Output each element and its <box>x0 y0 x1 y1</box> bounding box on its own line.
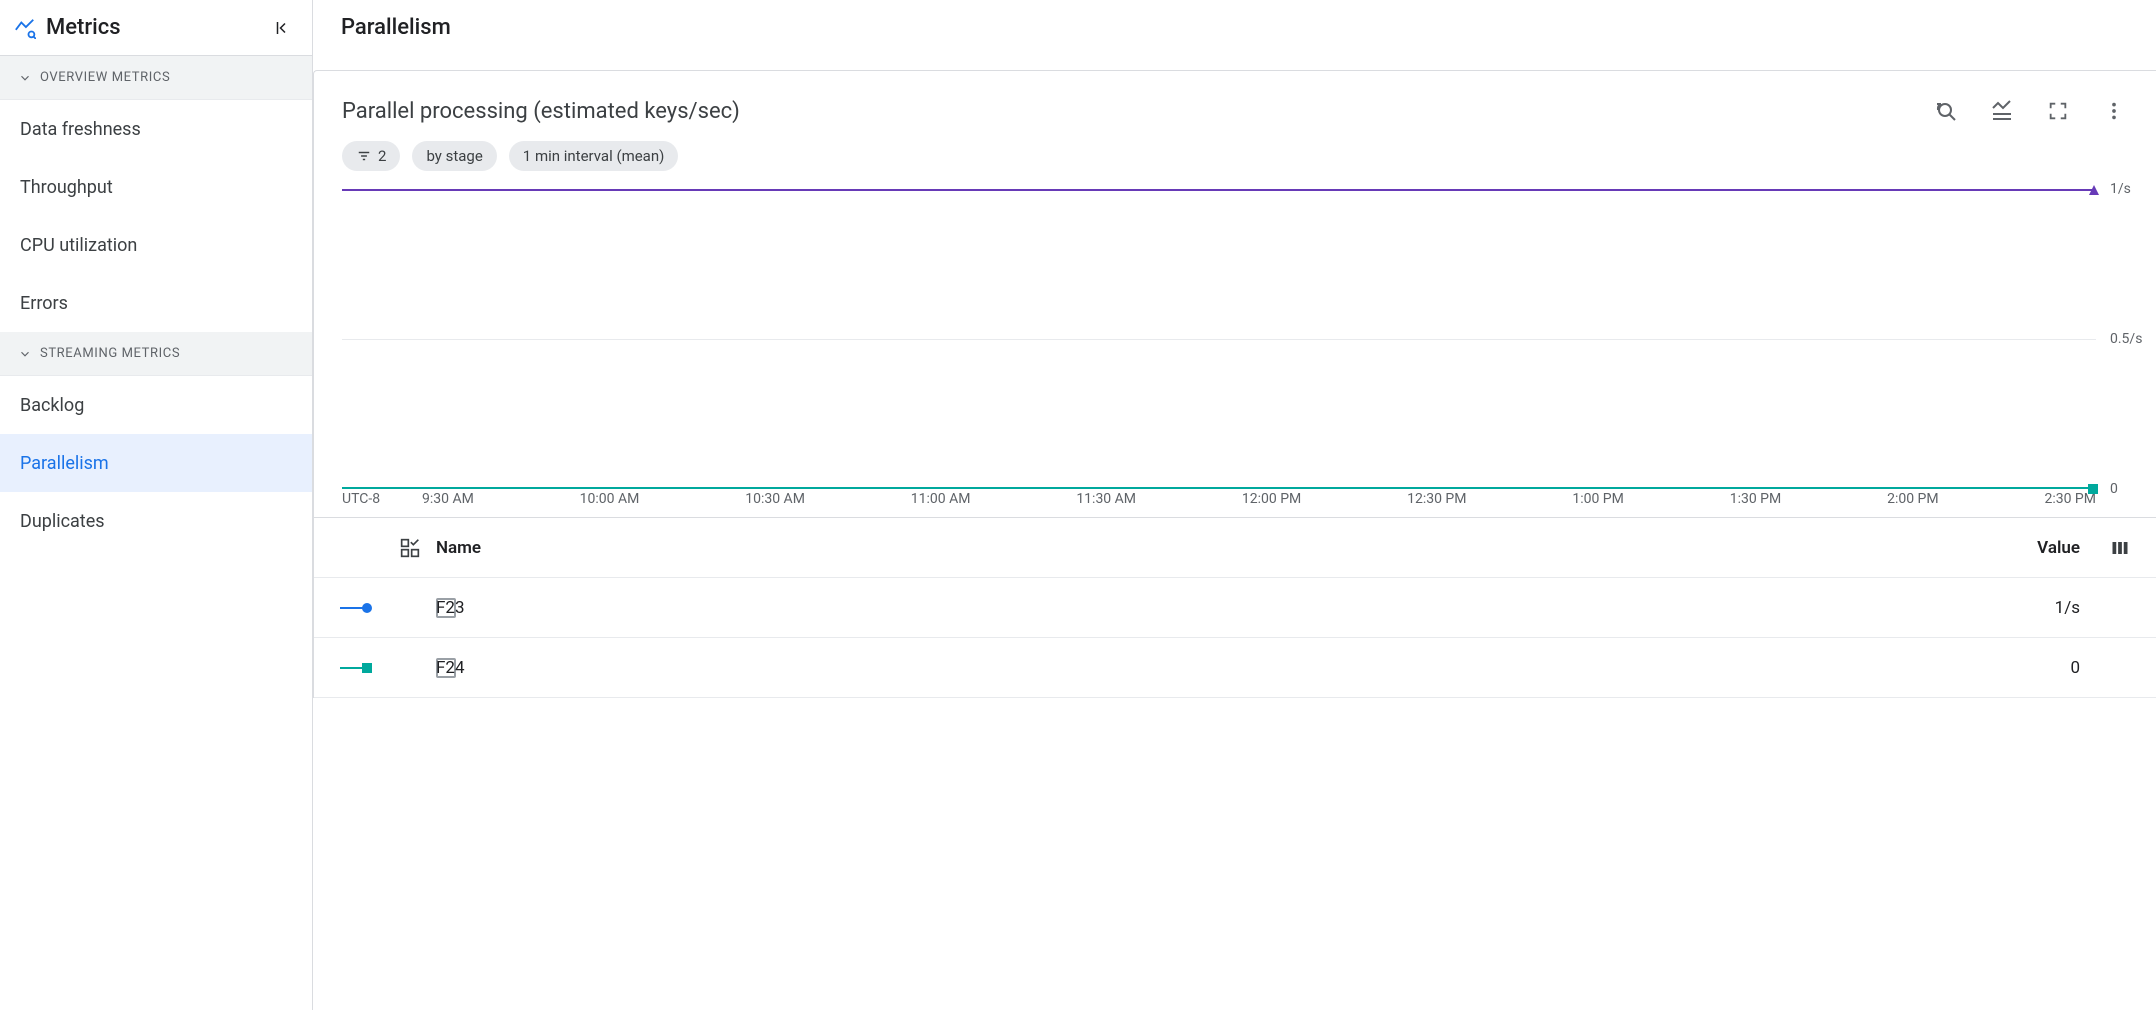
content: Parallel processing (estimated keys/sec) <box>313 56 2156 1010</box>
chart-gridline <box>342 339 2096 340</box>
sidebar-item-data-freshness[interactable]: Data freshness <box>0 100 312 158</box>
sidebar-item-label: Data freshness <box>20 119 141 140</box>
chip-row: 2 by stage 1 min interval (mean) <box>314 131 2156 171</box>
chart-x-tick: 1:00 PM <box>1572 491 1624 507</box>
chart-x-tick: 11:30 AM <box>1076 491 1136 507</box>
card-header: Parallel processing (estimated keys/sec) <box>314 71 2156 131</box>
chart-card: Parallel processing (estimated keys/sec) <box>313 70 2156 698</box>
legend-header-row: Name Value <box>314 518 2156 578</box>
chart-x-ticks: 9:30 AM 10:00 AM 10:30 AM 11:00 AM 11:30… <box>422 491 2096 507</box>
chart-series-f23-line <box>342 189 2096 191</box>
collapse-sidebar-button[interactable] <box>270 16 294 40</box>
chart-y-tick: 0 <box>2110 481 2118 497</box>
sidebar-item-label: Errors <box>20 293 68 314</box>
legend-swatch <box>340 662 400 674</box>
interval-chip-label: 1 min interval (mean) <box>523 147 665 165</box>
chevron-down-icon <box>18 71 32 85</box>
sidebar-item-duplicates[interactable]: Duplicates <box>0 492 312 550</box>
chart-plot[interactable]: 1/s 0.5/s 0 <box>342 189 2096 489</box>
chart-x-tick: 10:30 AM <box>745 491 805 507</box>
chart-y-tick: 0.5/s <box>2110 331 2142 347</box>
chart-x-tick: 12:00 PM <box>1242 491 1301 507</box>
sidebar-item-label: Backlog <box>20 395 84 416</box>
sidebar-section-streaming-metrics[interactable]: STREAMING METRICS <box>0 332 312 376</box>
sidebar-item-backlog[interactable]: Backlog <box>0 376 312 434</box>
sidebar-item-label: CPU utilization <box>20 235 137 256</box>
legend-table: Name Value <box>314 517 2156 698</box>
group-by-chip-label: by stage <box>426 147 482 165</box>
chart-x-tick: 2:00 PM <box>1887 491 1939 507</box>
chart-x-tick: 9:30 AM <box>422 491 474 507</box>
filter-chip[interactable]: 2 <box>342 141 400 171</box>
filter-icon <box>356 149 372 163</box>
interval-chip[interactable]: 1 min interval (mean) <box>509 141 679 171</box>
sidebar-item-errors[interactable]: Errors <box>0 274 312 332</box>
legend-name: F23 <box>436 598 1960 618</box>
legend-toggle-button[interactable] <box>1988 97 2016 125</box>
legend-grid-select-button[interactable] <box>400 538 436 558</box>
sidebar-item-label: Duplicates <box>20 511 105 532</box>
chart-x-tick: 12:30 PM <box>1407 491 1466 507</box>
sidebar-item-parallelism[interactable]: Parallelism <box>0 434 312 492</box>
chart-series-f24-marker <box>2088 484 2098 494</box>
chart: 1/s 0.5/s 0 <box>314 171 2156 489</box>
legend-swatch <box>340 602 400 614</box>
group-by-chip[interactable]: by stage <box>412 141 496 171</box>
legend-column-chooser-button[interactable] <box>2080 539 2130 557</box>
sidebar-item-label: Parallelism <box>20 453 109 474</box>
fullscreen-button[interactable] <box>2044 97 2072 125</box>
card-title: Parallel processing (estimated keys/sec) <box>342 99 1908 124</box>
legend-row[interactable]: F23 1/s <box>314 578 2156 638</box>
chart-series-f23-marker <box>2088 184 2098 194</box>
legend-name: F24 <box>436 658 1960 678</box>
chart-x-tick: 11:00 AM <box>911 491 971 507</box>
sidebar-item-throughput[interactable]: Throughput <box>0 158 312 216</box>
chevron-down-icon <box>18 347 32 361</box>
legend-value: 1/s <box>1960 598 2080 618</box>
chart-x-tick: 1:30 PM <box>1730 491 1782 507</box>
reset-zoom-button[interactable] <box>1932 97 1960 125</box>
sidebar: Metrics OVERVIEW METRICS Data freshness … <box>0 0 313 1010</box>
legend-row[interactable]: F24 0 <box>314 638 2156 698</box>
sidebar-section-label: OVERVIEW METRICS <box>40 70 170 85</box>
sidebar-section-label: STREAMING METRICS <box>40 346 180 361</box>
chart-x-tick: 10:00 AM <box>580 491 640 507</box>
chart-series-f24-line <box>342 487 2096 489</box>
sidebar-item-cpu-utilization[interactable]: CPU utilization <box>0 216 312 274</box>
metrics-icon <box>14 17 36 39</box>
chart-x-axis: UTC-8 9:30 AM 10:00 AM 10:30 AM 11:00 AM… <box>314 489 2156 517</box>
card-actions <box>1932 97 2128 125</box>
sidebar-title: Metrics <box>46 15 260 40</box>
sidebar-item-label: Throughput <box>20 177 113 198</box>
sidebar-header: Metrics <box>0 0 312 56</box>
main: Parallelism Parallel processing (estimat… <box>313 0 2156 1010</box>
legend-header-value[interactable]: Value <box>1960 538 2080 558</box>
more-options-button[interactable] <box>2100 97 2128 125</box>
sidebar-section-overview-metrics[interactable]: OVERVIEW METRICS <box>0 56 312 100</box>
legend-header-name[interactable]: Name <box>436 538 1960 558</box>
chart-y-tick: 1/s <box>2110 181 2131 197</box>
chart-timezone-label: UTC-8 <box>342 491 422 507</box>
legend-value: 0 <box>1960 658 2080 678</box>
page-title: Parallelism <box>313 0 2156 56</box>
filter-chip-count: 2 <box>378 147 386 165</box>
